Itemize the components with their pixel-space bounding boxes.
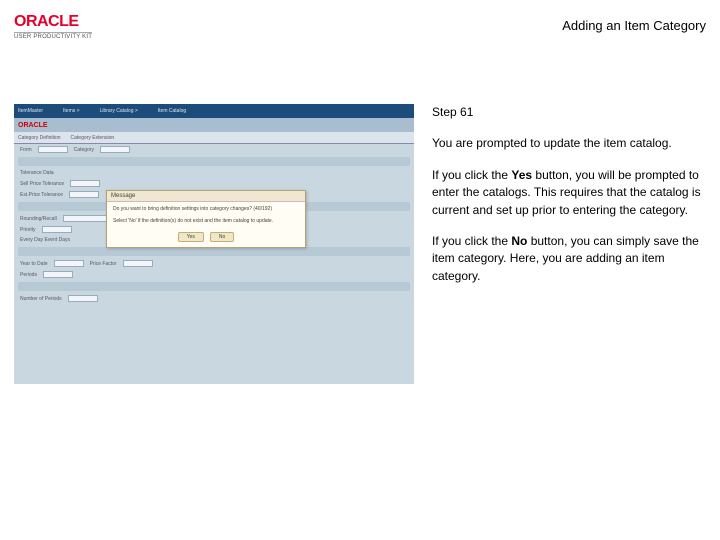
- ss-tabs: Category Definition Category Extension: [14, 132, 414, 144]
- step-label: Step 61: [432, 104, 706, 121]
- page-title: Adding an Item Category: [562, 18, 706, 33]
- no-button[interactable]: No: [210, 232, 234, 242]
- ss-brandbar: ORACLE: [14, 118, 414, 132]
- ss-tab: Category Definition: [18, 135, 61, 141]
- ss-topbar-item: Items >: [63, 108, 80, 114]
- ss-dialog: Message Do you want to bring definition …: [106, 190, 306, 248]
- oracle-logo-subtitle: USER PRODUCTIVITY KIT: [14, 32, 92, 40]
- instructions-panel: Step 61 You are prompted to update the i…: [414, 104, 706, 526]
- ss-tab: Category Extension: [71, 135, 115, 141]
- ss-oracle-logo: ORACLE: [18, 122, 48, 129]
- oracle-logo-block: ORACLE USER PRODUCTIVITY KIT: [14, 14, 92, 40]
- yes-button[interactable]: Yes: [178, 232, 204, 242]
- ss-topbar: ItemMaster Items > Library Catalog > Ite…: [14, 104, 414, 118]
- yes-bold: Yes: [511, 168, 532, 182]
- ss-topbar-item: Library Catalog >: [100, 108, 138, 114]
- embedded-screenshot: ItemMaster Items > Library Catalog > Ite…: [14, 104, 414, 384]
- ss-dialog-text: Select 'No' if the definition(s) do not …: [113, 218, 299, 226]
- instruction-paragraph: If you click the Yes button, you will be…: [432, 167, 706, 219]
- ss-dialog-title: Message: [107, 191, 305, 202]
- ss-topbar-item: ItemMaster: [18, 108, 43, 114]
- ss-dialog-text: Do you want to bring definition settings…: [113, 206, 299, 214]
- instruction-paragraph: If you click the No button, you can simp…: [432, 233, 706, 285]
- oracle-logo: ORACLE: [14, 14, 79, 30]
- ss-topbar-item: Item Catalog: [158, 108, 186, 114]
- instruction-paragraph: You are prompted to update the item cata…: [432, 135, 706, 152]
- no-bold: No: [511, 234, 527, 248]
